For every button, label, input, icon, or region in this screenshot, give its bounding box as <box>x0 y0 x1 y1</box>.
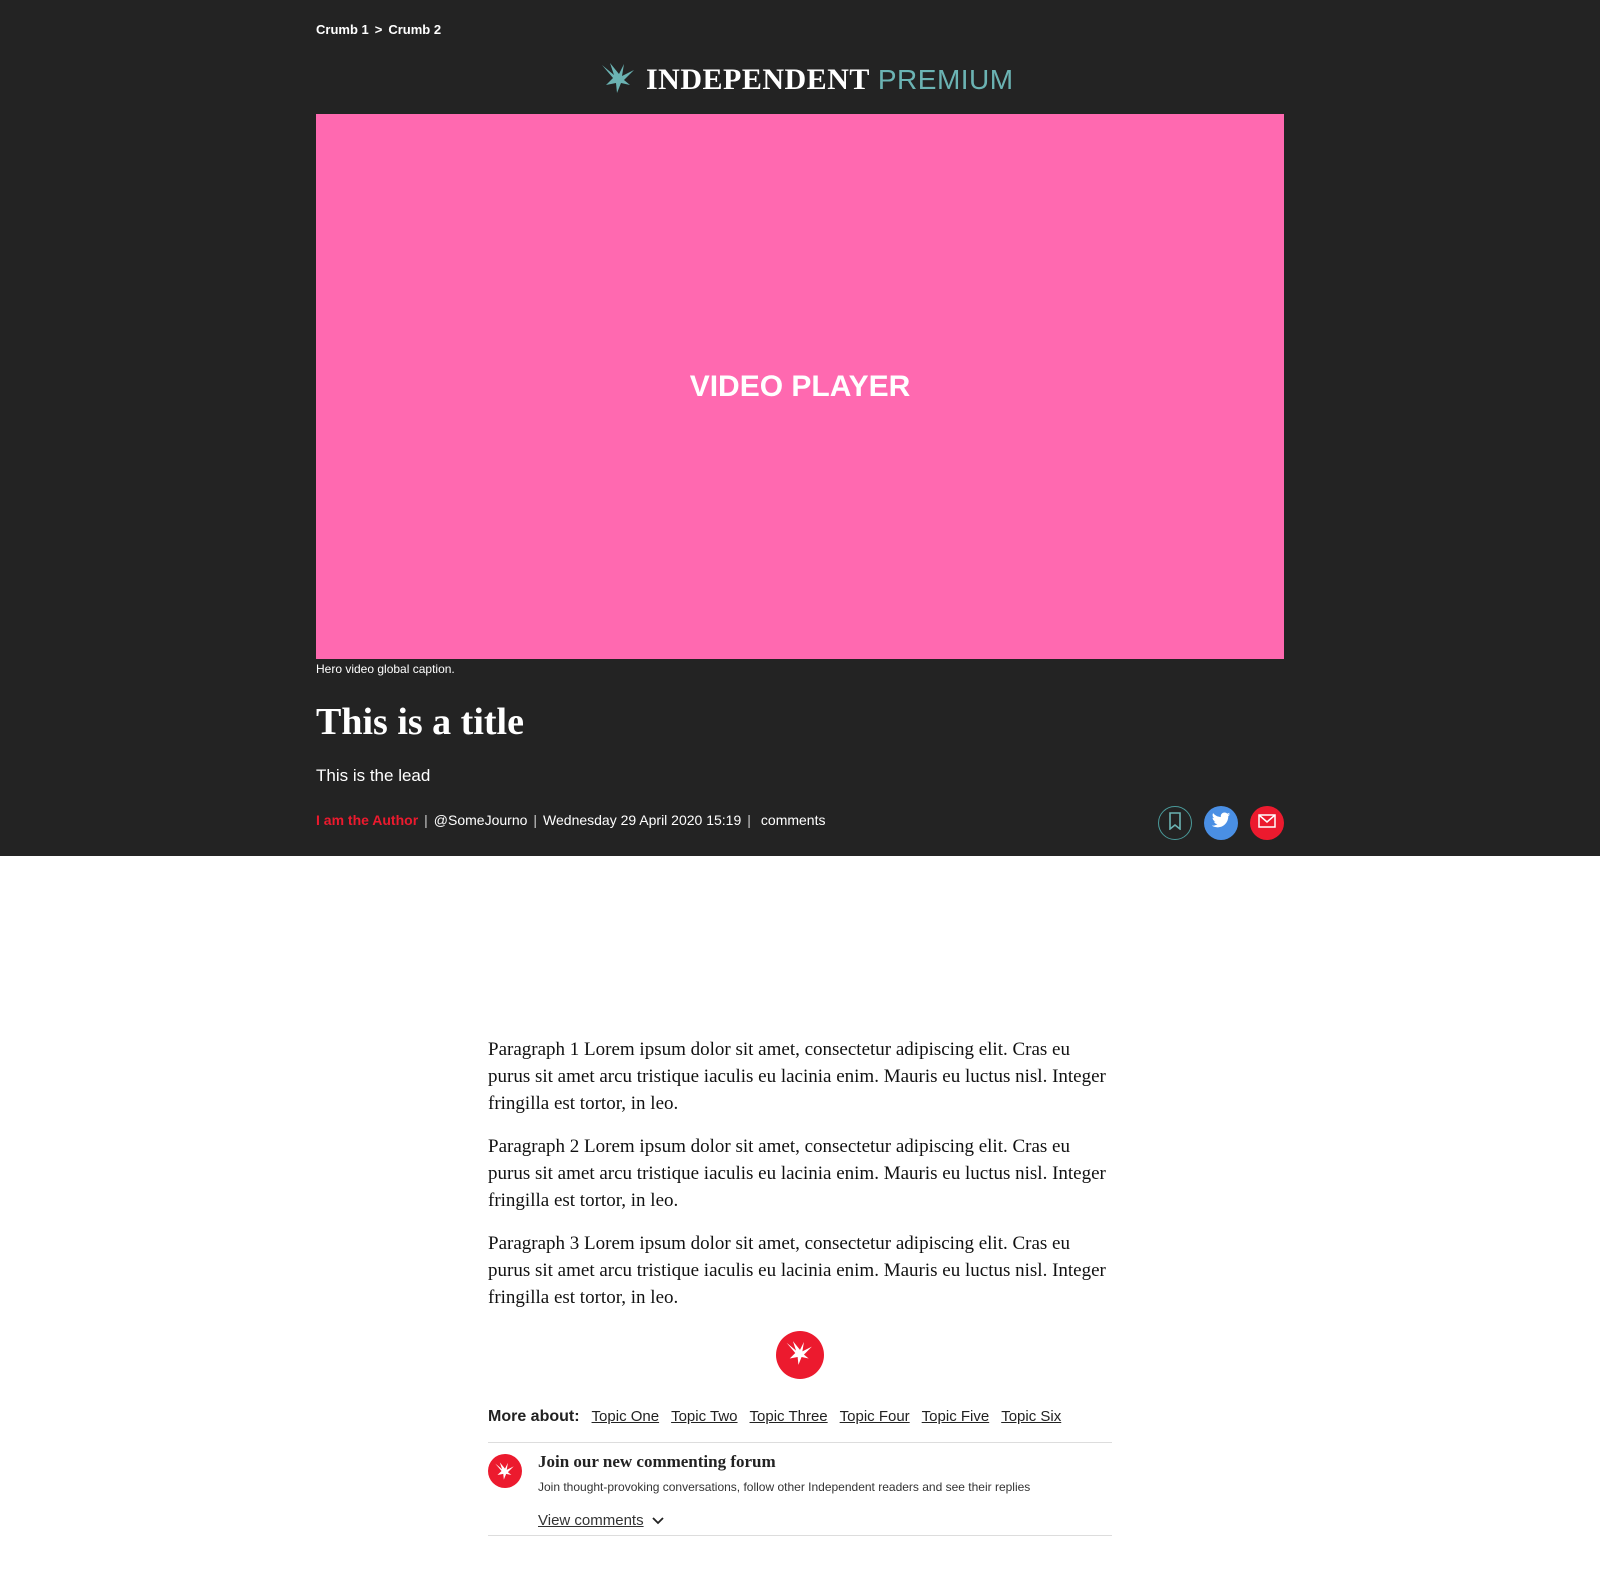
more-about-topics: More about: Topic One Topic Two Topic Th… <box>488 1408 1112 1426</box>
twitter-share-button[interactable] <box>1204 806 1238 840</box>
breadcrumb-separator: > <box>374 22 383 37</box>
hero-section: Crumb 1 > Crumb 2 INDEPENDENT PREMIUM VI… <box>0 0 1600 856</box>
publish-date: Wednesday 29 April 2020 15:19 <box>543 812 742 828</box>
view-comments-button[interactable]: View comments <box>538 1512 664 1529</box>
divider <box>488 1535 1112 1536</box>
bookmark-icon <box>1168 811 1182 835</box>
video-caption: Hero video global caption. <box>316 662 455 676</box>
comments-link[interactable]: comments <box>761 812 826 828</box>
byline-separator: | <box>747 812 751 828</box>
email-share-button[interactable] <box>1250 806 1284 840</box>
video-player-label: VIDEO PLAYER <box>689 369 911 403</box>
email-icon <box>1258 813 1276 833</box>
topic-link[interactable]: Topic Three <box>750 1408 828 1425</box>
byline-separator: | <box>533 812 538 828</box>
eagle-icon <box>785 1339 815 1372</box>
article-lead: This is the lead <box>316 766 431 785</box>
eagle-icon <box>600 61 638 100</box>
logo-wordmark: INDEPENDENT <box>646 63 870 96</box>
topic-link[interactable]: Topic Four <box>840 1408 910 1425</box>
twitter-icon <box>1211 812 1231 834</box>
eagle-icon <box>488 1454 522 1488</box>
topic-link[interactable]: Topic Six <box>1001 1408 1061 1425</box>
author-link[interactable]: I am the Author <box>316 812 418 828</box>
bookmark-button[interactable] <box>1158 806 1192 840</box>
chevron-down-icon <box>651 1512 664 1529</box>
site-logo[interactable]: INDEPENDENT PREMIUM <box>600 60 1014 100</box>
article-paragraph: Paragraph 3 Lorem ipsum dolor sit amet, … <box>488 1233 1106 1308</box>
topic-link[interactable]: Topic Five <box>922 1408 990 1425</box>
breadcrumb: Crumb 1 > Crumb 2 <box>316 22 441 37</box>
author-handle[interactable]: @SomeJourno <box>434 812 528 828</box>
commenting-forum-subtitle: Join thought-provoking conversations, fo… <box>538 1480 1031 1494</box>
article-end-mark <box>776 1331 824 1379</box>
divider <box>488 1442 1112 1443</box>
byline: I am the Author | @SomeJourno | Wednesda… <box>316 812 825 828</box>
breadcrumb-crumb-2[interactable]: Crumb 2 <box>388 22 441 37</box>
topics-label: More about: <box>488 1408 580 1425</box>
byline-separator: | <box>424 812 428 828</box>
article-paragraph: Paragraph 2 Lorem ipsum dolor sit amet, … <box>488 1136 1106 1211</box>
commenting-forum-title: Join our new commenting forum <box>538 1452 776 1471</box>
article-body: Paragraph 1 Lorem ipsum dolor sit amet, … <box>488 1036 1114 1327</box>
topic-link[interactable]: Topic Two <box>671 1408 737 1425</box>
logo-premium-label: PREMIUM <box>877 64 1014 95</box>
article-title: This is a title <box>316 701 524 743</box>
view-comments-label: View comments <box>538 1512 644 1529</box>
breadcrumb-crumb-1[interactable]: Crumb 1 <box>316 22 369 37</box>
article-paragraph: Paragraph 1 Lorem ipsum dolor sit amet, … <box>488 1039 1106 1114</box>
video-player[interactable]: VIDEO PLAYER <box>316 114 1284 659</box>
share-bar <box>1158 806 1284 840</box>
topic-link[interactable]: Topic One <box>592 1408 660 1425</box>
